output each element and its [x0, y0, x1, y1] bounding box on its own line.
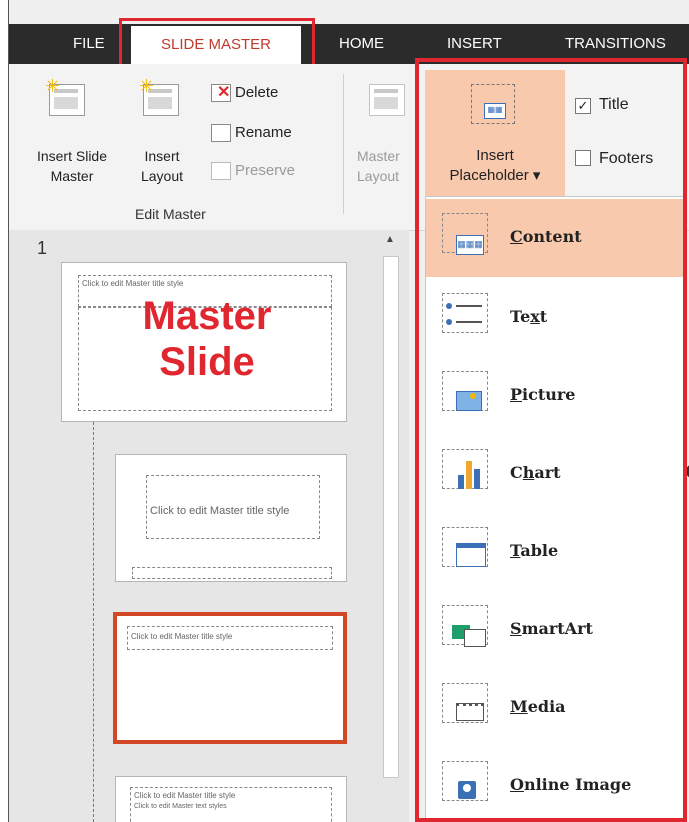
- scroll-up-icon[interactable]: ▲: [381, 234, 399, 252]
- thumbnail-scrollbar[interactable]: ▲: [381, 230, 399, 822]
- master-layout-button[interactable]: Master Layout: [353, 74, 413, 184]
- group-separator: [343, 74, 344, 214]
- footer-placeholder: [132, 567, 332, 579]
- new-star-icon: ✳: [139, 76, 155, 96]
- delete-button[interactable]: ✕ Delete: [211, 82, 278, 104]
- preserve-button[interactable]: Preserve: [211, 160, 295, 182]
- edit-master-group-label: Edit Master: [135, 206, 206, 222]
- delete-label: Delete: [235, 84, 279, 101]
- slide-number: 1: [37, 238, 48, 258]
- insert-layout-button[interactable]: ✳ Insert Layout: [127, 74, 197, 184]
- insert-slide-master-label: Insert Slide Master: [36, 148, 108, 184]
- preserve-label: Preserve: [235, 162, 296, 179]
- insert-slide-master-button[interactable]: ✳ Insert Slide Master: [21, 74, 123, 184]
- tab-file[interactable]: FILE: [63, 24, 115, 64]
- master-layout-label: Master Layout: [357, 148, 400, 184]
- tab-home[interactable]: HOME: [329, 24, 394, 64]
- rename-icon: [211, 124, 231, 143]
- rename-label: Rename: [235, 124, 292, 141]
- scrollbar-thumb[interactable]: [383, 256, 399, 778]
- layout-title-text: Click to edit Master title style: [131, 632, 233, 641]
- preserve-icon: [211, 162, 231, 181]
- master-layout-icon: [369, 84, 405, 116]
- layout-body-text: Click to edit Master text styles: [134, 803, 227, 810]
- new-star-icon: ✳: [45, 76, 61, 96]
- layout-thumbnail-title[interactable]: Click to edit Master title style: [115, 454, 347, 582]
- layout-title-text: Click to edit Master title style: [150, 505, 290, 517]
- placeholder-area-highlight: [415, 58, 687, 822]
- rename-button[interactable]: Rename: [211, 122, 292, 144]
- insert-layout-label: Insert Layout: [140, 148, 184, 184]
- master-slide-annotation: Master Slide: [142, 294, 272, 384]
- slide-thumbnail-pane: 1 Click to edit Master title style Maste…: [9, 230, 409, 822]
- layout-thumbnail-content[interactable]: Click to edit Master title style Click t…: [115, 776, 347, 822]
- master-title-text: Click to edit Master title style: [82, 279, 184, 288]
- layout-connector: [93, 422, 94, 822]
- powerpoint-window: FILE SLIDE MASTER HOME INSERT TRANSITION…: [8, 0, 689, 822]
- layout-title-text: Click to edit Master title style: [134, 791, 236, 800]
- delete-icon: ✕: [211, 84, 231, 103]
- layout-thumbnail-selected[interactable]: Click to edit Master title style: [113, 612, 347, 744]
- master-slide-thumbnail[interactable]: Click to edit Master title style Master …: [61, 262, 347, 422]
